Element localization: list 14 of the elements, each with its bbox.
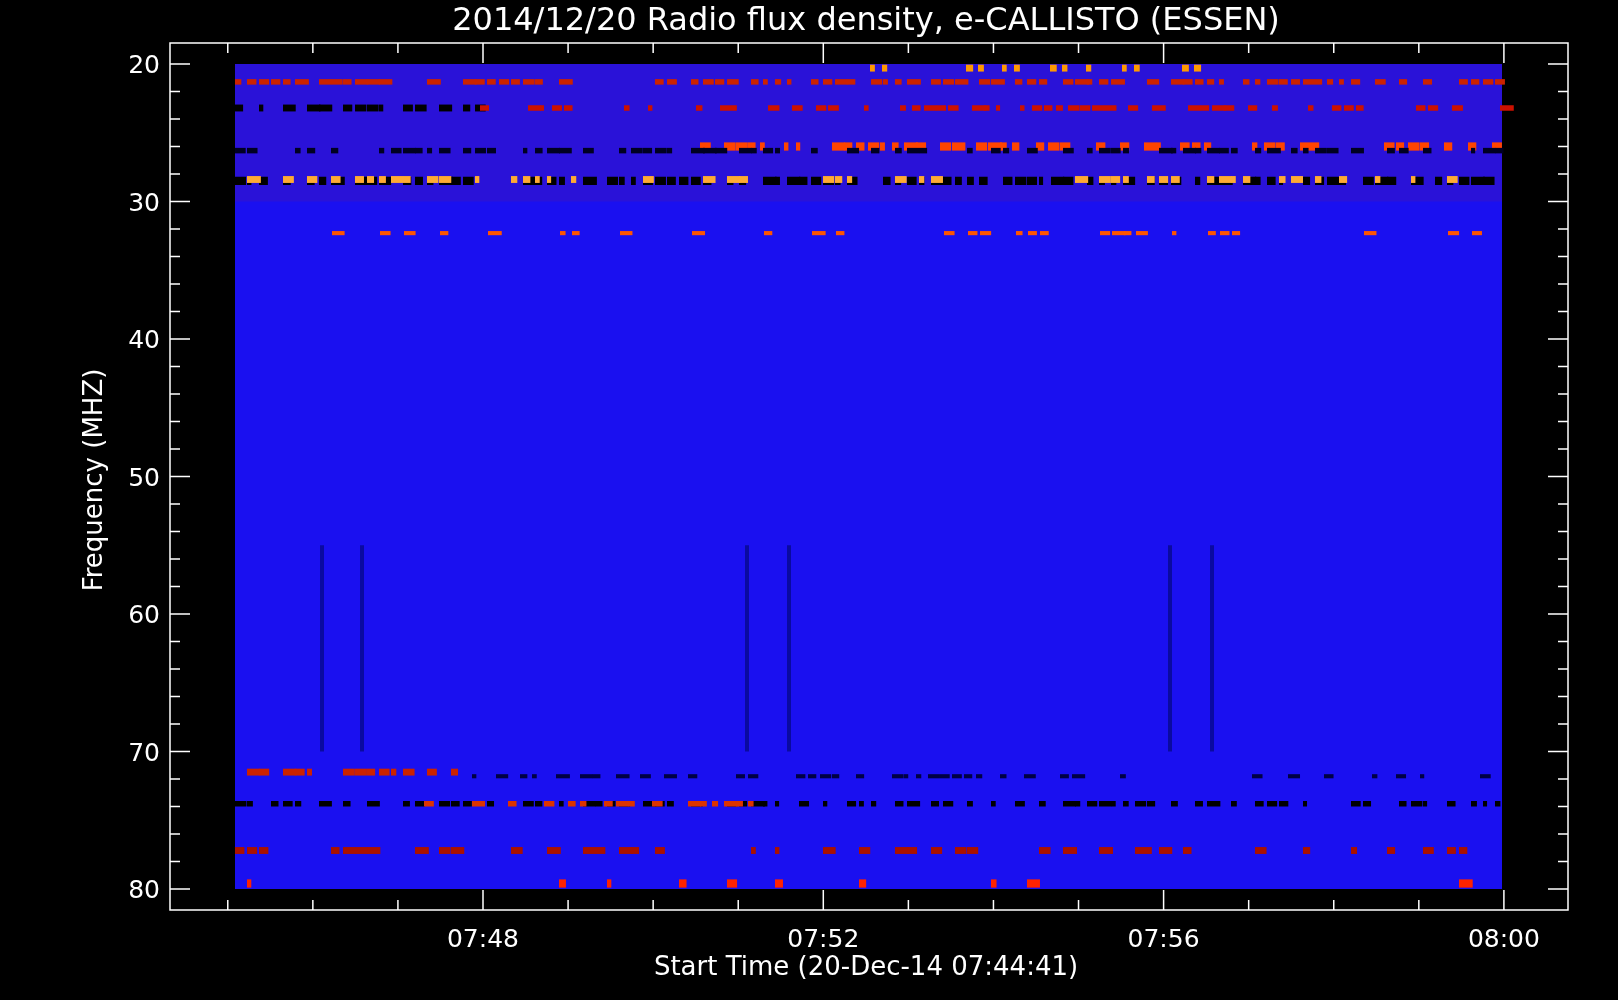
x-tick-label: 07:48 [447, 924, 519, 953]
y-axis-label: Frequency (MHZ) [78, 368, 108, 592]
x-tick-label: 08:00 [1467, 924, 1540, 953]
x-tick-label: 07:52 [787, 924, 860, 953]
y-tick-label: 20 [128, 50, 160, 79]
y-tick-label: 80 [128, 875, 160, 904]
y-tick-label: 40 [128, 325, 160, 354]
x-tick-label: 07:56 [1127, 924, 1200, 953]
y-tick-label: 50 [128, 462, 160, 492]
y-tick-label: 70 [128, 737, 160, 767]
y-tick-label: 60 [128, 600, 160, 629]
y-tick-label: 30 [128, 187, 160, 217]
x-axis-label: Start Time (20-Dec-14 07:44:41) [653, 951, 1079, 981]
chart-title: 2014/12/20 Radio flux density, e-CALLISTO (ESSEN) [452, 0, 1280, 38]
